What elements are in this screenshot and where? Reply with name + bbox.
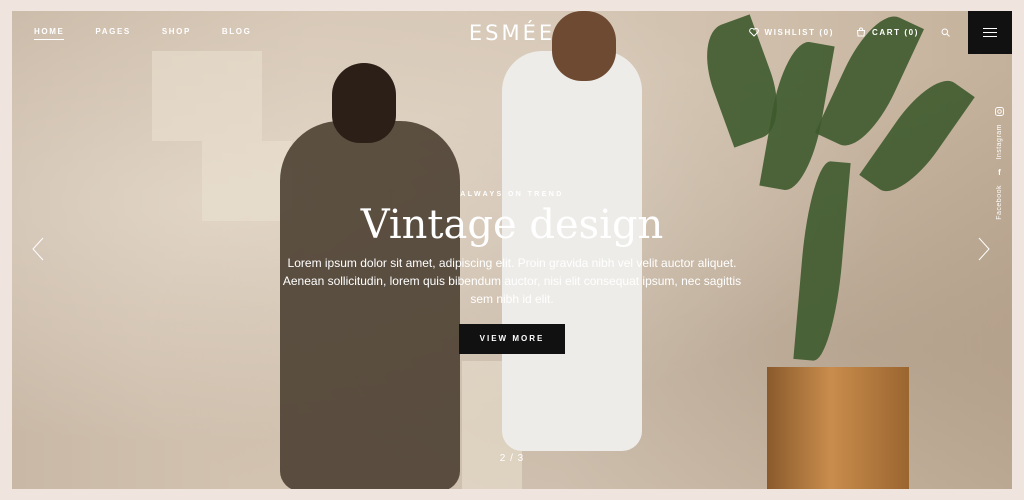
hamburger-icon [983, 36, 997, 37]
search-button[interactable] [941, 28, 950, 37]
background-step [152, 51, 262, 141]
hero-content: ALWAYS ON TREND Vintage design Lorem ips… [12, 191, 1012, 354]
instagram-icon[interactable] [995, 107, 1004, 116]
hero-slider: HOME PAGES SHOP BLOG ESMÉE WISHLIST (0) … [12, 11, 1012, 489]
prev-slide-button[interactable] [32, 237, 44, 266]
cart-link[interactable]: CART (0) [856, 27, 919, 37]
cart-label: CART (0) [871, 27, 919, 37]
chevron-left-icon [32, 237, 44, 261]
hero-text: Lorem ipsum dolor sit amet, adipiscing e… [282, 256, 742, 306]
wishlist-label: WISHLIST (0) [764, 27, 834, 37]
heart-icon [748, 27, 759, 37]
hamburger-icon [983, 32, 997, 33]
instagram-link[interactable]: Instagram [996, 124, 1003, 160]
next-slide-button[interactable] [978, 237, 990, 266]
wishlist-link[interactable]: WISHLIST (0) [748, 27, 834, 37]
view-more-button[interactable]: VIEW MORE [459, 324, 565, 354]
slide-counter: 2 / 3 [499, 453, 525, 464]
facebook-icon[interactable]: f [998, 168, 1001, 177]
hamburger-icon [983, 28, 997, 29]
hero-eyebrow: ALWAYS ON TREND [460, 191, 564, 198]
plant-pot [767, 367, 909, 489]
search-icon [941, 28, 950, 37]
bag-icon [856, 27, 866, 37]
chevron-right-icon [978, 237, 990, 261]
model-left-head [332, 63, 396, 143]
hero-title: Vintage design [360, 202, 664, 248]
header-actions: WISHLIST (0) CART (0) [748, 27, 950, 37]
hamburger-menu-button[interactable] [968, 11, 1012, 54]
